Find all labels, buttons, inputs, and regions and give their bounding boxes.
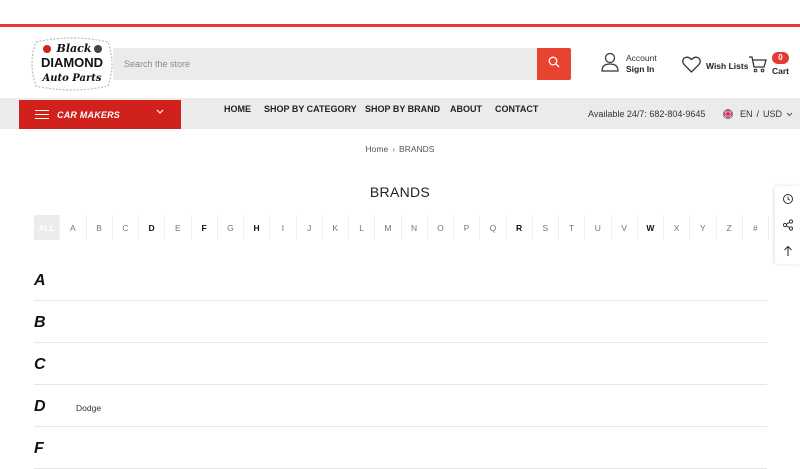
alphabet-filter-letter[interactable]: D	[139, 215, 166, 240]
alphabet-filter-letter[interactable]: T	[559, 215, 586, 240]
nav-item-about[interactable]: ABOUT	[450, 104, 482, 116]
user-icon	[601, 52, 619, 77]
breadcrumb-current: BRANDS	[399, 144, 435, 154]
top-accent-bar	[0, 24, 800, 27]
chevron-right-icon: ›	[392, 144, 396, 154]
alphabet-filter-letter[interactable]: M	[375, 215, 402, 240]
alphabet-filter-letter[interactable]: S	[533, 215, 559, 240]
alphabet-filter-letter[interactable]: A	[60, 215, 87, 240]
account-link[interactable]: Account Sign In	[601, 52, 657, 76]
alphabet-filter-letter[interactable]: B	[87, 215, 113, 240]
uk-flag-icon	[723, 109, 733, 119]
search-icon	[548, 55, 560, 73]
alphabet-filter-letter[interactable]: P	[454, 215, 481, 240]
sign-in-label: Sign In	[626, 64, 655, 74]
brand-group-letter: D	[34, 398, 46, 415]
brand-group-letter: C	[34, 356, 46, 373]
nav-item-home[interactable]: HOME	[224, 104, 251, 116]
hamburger-icon	[35, 107, 49, 122]
recently-viewed-icon[interactable]	[775, 186, 800, 212]
alphabet-filter-letter[interactable]: O	[428, 215, 454, 240]
brand-group: D Dodge	[34, 385, 767, 427]
locale-separator: /	[756, 109, 760, 119]
language-label: EN	[740, 109, 753, 119]
alphabet-filter-letter[interactable]: F	[192, 215, 218, 240]
chevron-down-icon	[156, 107, 164, 117]
brand-group-letter: B	[34, 314, 46, 331]
alphabet-filter: ALL A B C D E F G H I J K L M N O P Q R S T U V W X Y Z #	[34, 215, 769, 240]
brand-group: C	[34, 343, 767, 385]
search-button[interactable]	[537, 48, 571, 80]
nav-item-shop-by-category[interactable]: SHOP BY CATEGORY	[264, 104, 357, 116]
wishlist-label: Wish Lists	[706, 60, 749, 71]
alphabet-filter-letter[interactable]: Q	[480, 215, 507, 240]
logo-line-3: Auto Parts	[41, 73, 101, 84]
cart-icon	[748, 55, 767, 78]
alphabet-filter-letter[interactable]: E	[165, 215, 192, 240]
availability-phone: Available 24/7: 682-804-9645	[588, 109, 706, 119]
alphabet-filter-letter[interactable]: U	[585, 215, 612, 240]
alphabet-filter-letter[interactable]: R	[507, 215, 533, 240]
search-input[interactable]	[113, 48, 537, 80]
heart-icon	[682, 56, 701, 75]
alphabet-filter-letter[interactable]: Z	[717, 215, 743, 240]
alphabet-filter-letter[interactable]: J	[297, 215, 323, 240]
brand-link-dodge[interactable]: Dodge	[76, 403, 101, 413]
alphabet-filter-letter[interactable]: N	[402, 215, 428, 240]
brand-group-letter: F	[34, 440, 44, 457]
language-currency-selector[interactable]: EN / USD	[723, 109, 797, 119]
alphabet-filter-letter[interactable]: I	[270, 215, 297, 240]
store-logo[interactable]: Black DIAMOND Auto Parts	[30, 36, 114, 92]
alphabet-filter-letter[interactable]: C	[113, 215, 139, 240]
logo-line-2: DIAMOND	[41, 55, 103, 70]
alphabet-filter-letter[interactable]: K	[323, 215, 349, 240]
car-makers-label: CAR MAKERS	[57, 109, 121, 120]
alphabet-filter-letter[interactable]: G	[218, 215, 244, 240]
currency-label: USD	[763, 109, 783, 119]
brand-group: A	[34, 259, 767, 301]
cart-link[interactable]: 0 Cart	[748, 52, 794, 78]
breadcrumb-home[interactable]: Home	[366, 144, 389, 154]
brand-group-letter: A	[34, 272, 46, 289]
alphabet-filter-letter[interactable]: L	[349, 215, 376, 240]
alphabet-filter-letter[interactable]: #	[743, 215, 769, 240]
logo-line-1: Black	[56, 42, 92, 55]
brand-group: B	[34, 301, 767, 343]
brand-group: F	[34, 427, 767, 469]
wishlist-link[interactable]: Wish Lists	[677, 56, 748, 75]
breadcrumb: Home › BRANDS	[0, 144, 800, 154]
alphabet-filter-letter[interactable]: X	[664, 215, 691, 240]
page-title: BRANDS	[369, 184, 431, 200]
side-tools	[775, 186, 800, 264]
cart-label: Cart	[772, 66, 790, 76]
nav-item-shop-by-brand[interactable]: SHOP BY BRAND	[365, 104, 440, 116]
alphabet-filter-letter[interactable]: H	[244, 215, 271, 240]
alphabet-filter-letter[interactable]: W	[638, 215, 664, 240]
alphabet-filter-all[interactable]: ALL	[34, 215, 61, 240]
share-icon[interactable]	[775, 212, 800, 238]
chevron-down-icon	[786, 109, 793, 119]
back-to-top-icon[interactable]	[775, 238, 800, 264]
alphabet-filter-letter[interactable]: V	[612, 215, 638, 240]
car-makers-menu[interactable]: CAR MAKERS	[19, 100, 181, 129]
search-bar	[113, 48, 571, 80]
cart-count-badge: 0	[772, 52, 789, 64]
account-label: Account	[626, 53, 657, 63]
alphabet-filter-letter[interactable]: Y	[690, 215, 717, 240]
nav-item-contact[interactable]: CONTACT	[495, 104, 538, 116]
